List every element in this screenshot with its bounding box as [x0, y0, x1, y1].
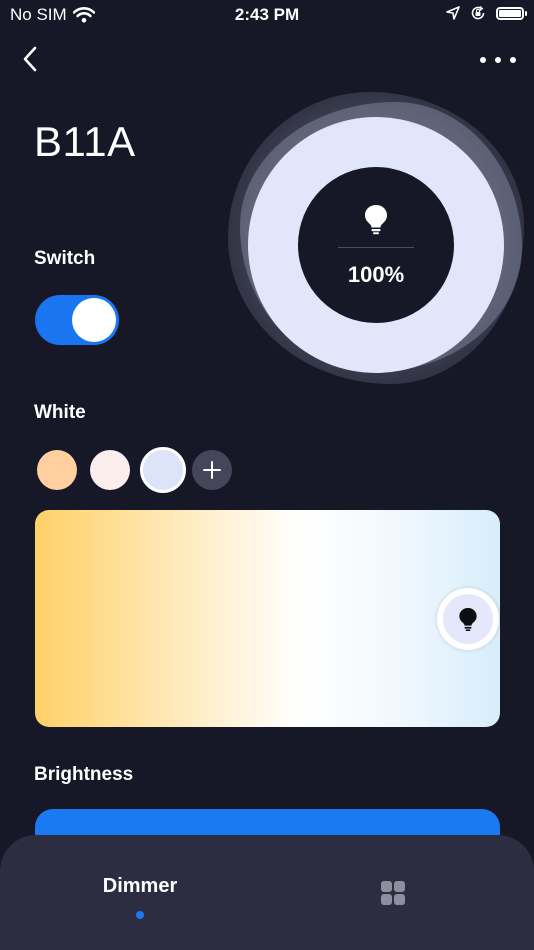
white-preset-neutral[interactable] [90, 450, 130, 490]
tab-dimmer[interactable]: Dimmer [70, 875, 210, 898]
lightbulb-icon [365, 205, 387, 235]
device-title: B11A [34, 118, 136, 165]
toggle-knob [72, 298, 116, 342]
plus-icon [203, 461, 221, 479]
brightness-percent: 100% [347, 262, 405, 287]
white-preset-warm[interactable] [37, 450, 77, 490]
status-right [446, 5, 527, 21]
white-label: White [34, 402, 86, 423]
active-tab-indicator [136, 911, 144, 919]
status-bar: No SIM 2:43 PM [0, 0, 534, 34]
more-horizontal-icon-dot [480, 57, 486, 63]
color-temperature-picker[interactable] [35, 510, 500, 727]
brightness-label: Brightness [34, 764, 134, 785]
bulb-core [298, 167, 454, 323]
more-horizontal-icon-dot [510, 57, 516, 63]
chevron-left-icon [23, 46, 37, 72]
grid-icon[interactable] [380, 880, 406, 906]
orientation-lock-icon [471, 5, 485, 20]
battery-fill [499, 9, 521, 17]
add-preset-button[interactable] [192, 450, 232, 490]
bulb-divider [338, 247, 414, 248]
power-toggle[interactable] [35, 295, 119, 345]
more-horizontal-icon-dot [495, 57, 501, 63]
battery-icon [496, 6, 527, 20]
lightbulb-icon [459, 608, 477, 631]
bottom-nav: Dimmer [0, 835, 534, 950]
location-icon [446, 6, 460, 20]
handle-inner [443, 594, 493, 644]
white-preset-cool[interactable] [140, 447, 186, 493]
back-button[interactable] [16, 44, 46, 74]
more-button[interactable] [480, 48, 516, 72]
color-temperature-handle[interactable] [437, 588, 499, 650]
switch-label: Switch [34, 248, 96, 269]
